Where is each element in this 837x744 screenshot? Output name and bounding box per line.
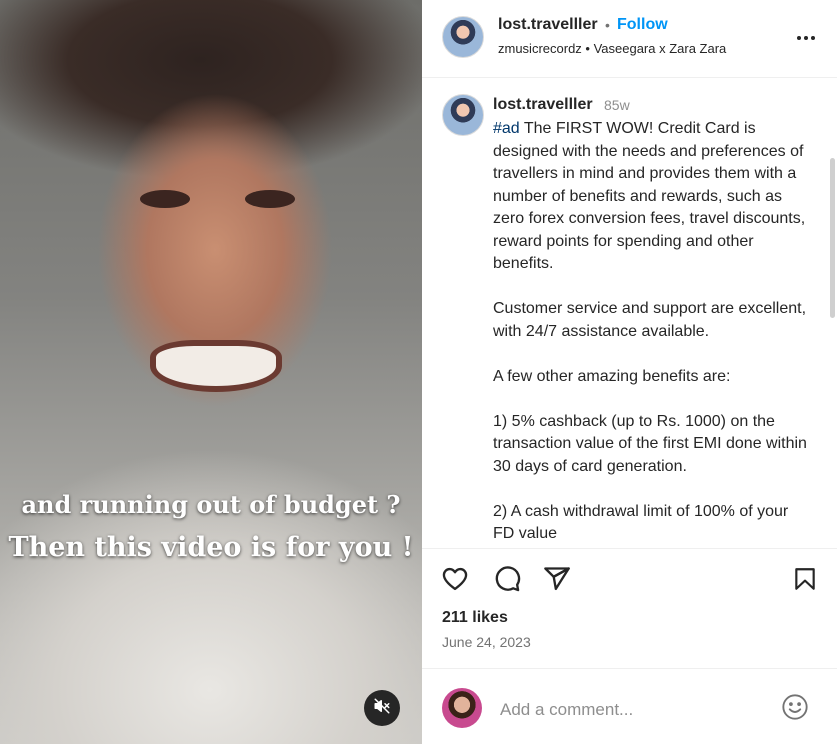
video-frame-detail bbox=[140, 190, 190, 208]
like-button[interactable] bbox=[440, 566, 470, 596]
divider bbox=[422, 668, 837, 669]
caption-text: #ad The FIRST WOW! Credit Card is design… bbox=[493, 118, 813, 546]
more-horizontal-icon bbox=[796, 28, 816, 46]
comment-button[interactable] bbox=[492, 565, 522, 598]
save-button[interactable] bbox=[790, 566, 820, 596]
comment-icon bbox=[493, 565, 521, 598]
hashtag-link[interactable]: #ad bbox=[493, 120, 520, 137]
emoji-icon bbox=[781, 693, 809, 726]
reel-video[interactable]: and running out of budget ? Then this vi… bbox=[0, 0, 422, 744]
post-panel: lost.travelller • Follow zmusicrecordz •… bbox=[422, 0, 837, 744]
post-header: lost.travelller • Follow zmusicrecordz •… bbox=[422, 0, 837, 78]
avatar[interactable] bbox=[442, 16, 484, 58]
share-button[interactable] bbox=[542, 566, 572, 596]
share-icon bbox=[543, 565, 571, 598]
video-caption-line-2: Then this video is for you ! bbox=[8, 532, 414, 563]
follow-button[interactable]: Follow bbox=[617, 16, 668, 34]
caption-body: The FIRST WOW! Credit Card is designed w… bbox=[493, 120, 807, 542]
more-options-button[interactable] bbox=[794, 25, 818, 49]
action-bar bbox=[422, 558, 837, 606]
caption-avatar[interactable] bbox=[442, 94, 484, 136]
header-username[interactable]: lost.travelller bbox=[498, 16, 598, 34]
audio-attribution[interactable]: zmusicrecordz • Vaseegara x Zara Zara bbox=[498, 41, 726, 56]
post-date[interactable]: June 24, 2023 bbox=[442, 634, 531, 650]
scrollbar-thumb[interactable] bbox=[830, 158, 835, 318]
mute-button[interactable] bbox=[364, 690, 400, 726]
video-caption-line-1: and running out of budget ? bbox=[21, 490, 401, 519]
caption-timestamp[interactable]: 85w bbox=[604, 97, 630, 113]
bookmark-icon bbox=[792, 565, 818, 598]
separator-dot: • bbox=[605, 17, 610, 33]
heart-icon bbox=[441, 565, 469, 598]
current-user-avatar bbox=[442, 688, 482, 728]
comment-input[interactable] bbox=[498, 696, 762, 724]
caption-area[interactable]: lost.travelller 85w #ad The FIRST WOW! C… bbox=[422, 78, 837, 548]
caption-username[interactable]: lost.travelller bbox=[493, 96, 593, 114]
video-frame-detail bbox=[150, 340, 282, 392]
speaker-muted-icon bbox=[373, 697, 391, 720]
emoji-button[interactable] bbox=[780, 693, 810, 726]
divider bbox=[422, 548, 837, 549]
video-frame-detail bbox=[245, 190, 295, 208]
likes-count[interactable]: 211 likes bbox=[442, 609, 508, 627]
